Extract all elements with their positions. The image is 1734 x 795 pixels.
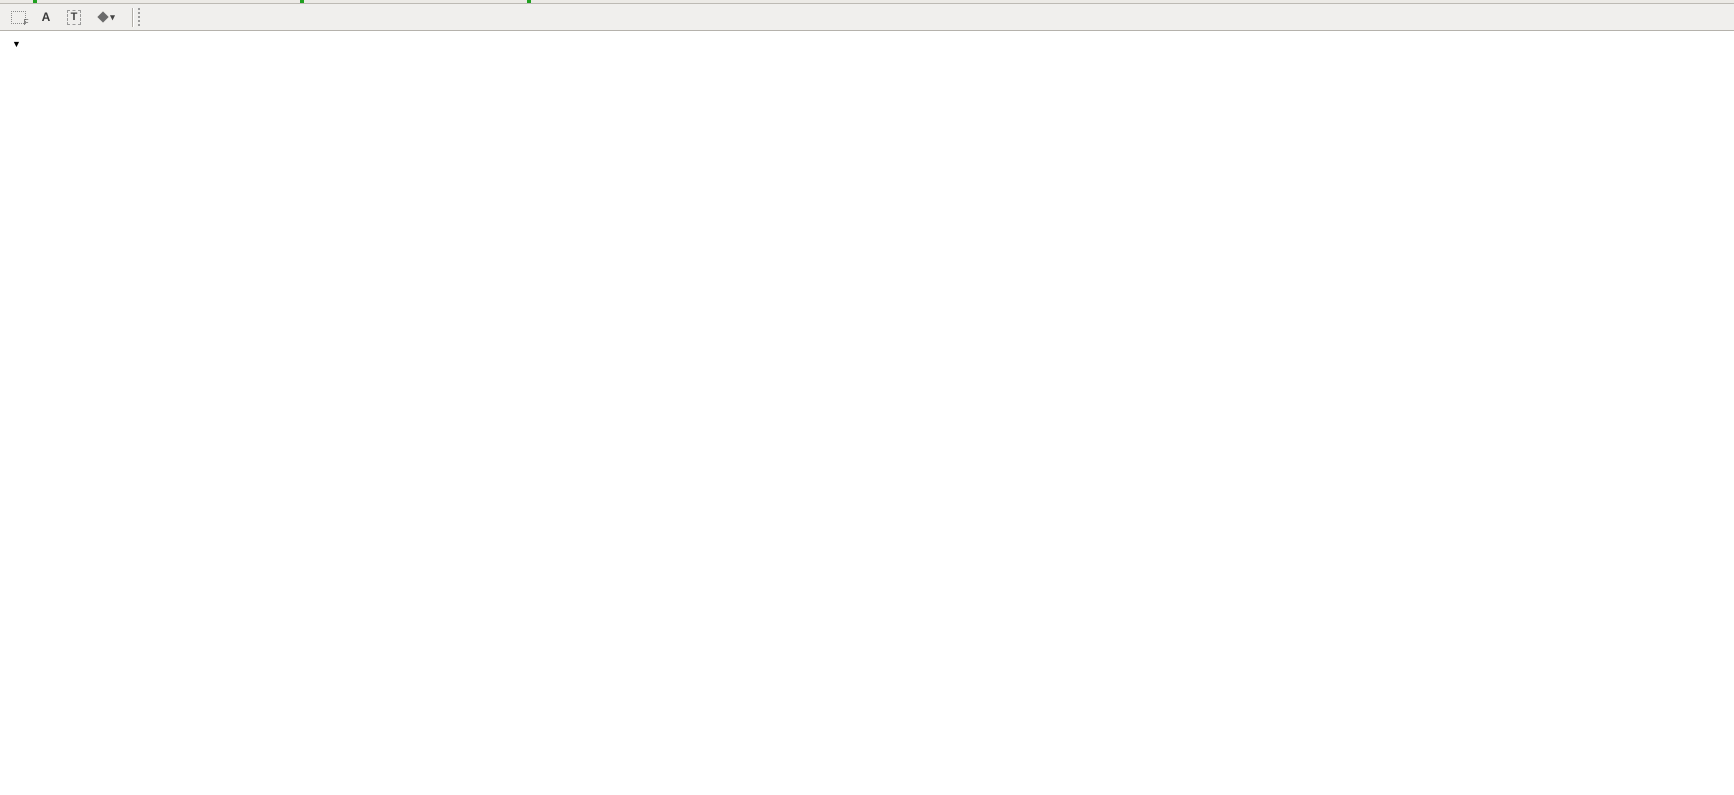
- status-dot: [33, 0, 37, 3]
- chart-canvas[interactable]: [0, 31, 1734, 795]
- dropdown-caret-icon: ▾: [110, 12, 115, 23]
- status-dot: [300, 0, 304, 3]
- toolbar-grip[interactable]: [138, 8, 143, 26]
- shapes-icon[interactable]: ▾: [88, 6, 126, 29]
- mt4-window: F A T ▾ ▼: [0, 0, 1734, 795]
- drawing-and-timeframe-toolbar: F A T ▾: [0, 4, 1734, 31]
- status-dot: [527, 0, 531, 3]
- diamond-icon: [98, 11, 109, 22]
- grid-f-icon[interactable]: F: [4, 6, 32, 29]
- chart-menu-icon[interactable]: ▼: [12, 39, 21, 49]
- text-tool-icon[interactable]: T: [60, 6, 88, 29]
- toolbar-separator: [132, 8, 134, 27]
- font-label-icon[interactable]: A: [32, 6, 60, 29]
- chart-area: ▼: [0, 31, 1734, 795]
- chart-symbol-label: ▼: [12, 37, 27, 51]
